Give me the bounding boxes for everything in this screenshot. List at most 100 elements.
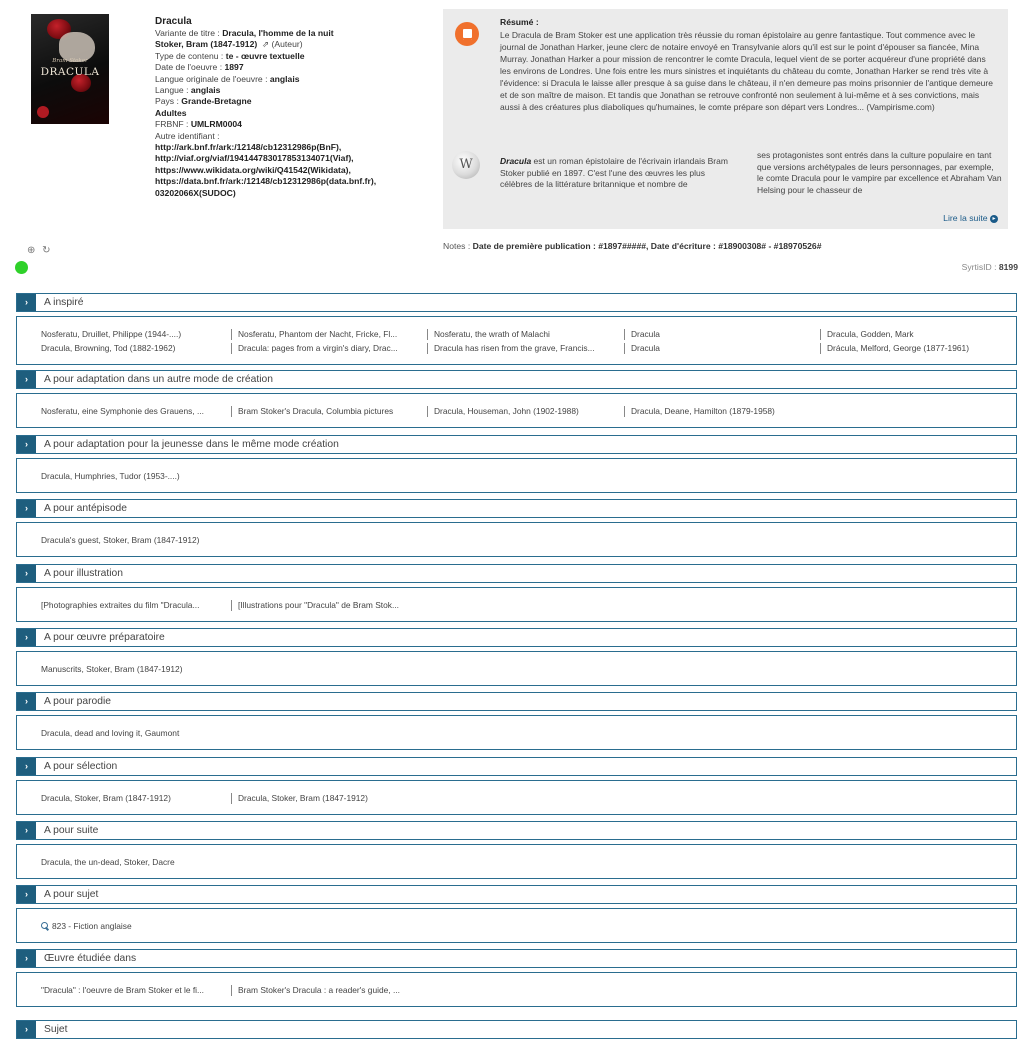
section-header-a-pour-sujet[interactable]: › A pour sujet [16,885,1017,904]
related-work-link[interactable]: Dracula [624,343,810,354]
section-body: Dracula, the un-dead, Stoker, Dacre [16,844,1017,879]
section-header-sujet[interactable]: › Sujet [16,1020,1017,1039]
country-row: Pays : Grande-Bretagne [155,96,252,107]
book-cover[interactable]: Bram Stoker DRACULA [31,14,109,124]
related-work-link[interactable]: [Illustrations pour "Dracula" de Bram St… [231,600,417,611]
section-header-adaptation-autre-mode[interactable]: › A pour adaptation dans un autre mode d… [16,370,1017,389]
section-title: A pour adaptation pour la jeunesse dans … [44,439,339,450]
chevron-right-icon: › [17,758,36,775]
section-body: [Photographies extraites du film "Dracul… [16,587,1017,622]
related-work-link[interactable]: Dracula, Stoker, Bram (1847-1912) [41,793,223,804]
chevron-right-icon: › [17,629,36,646]
related-work-link[interactable]: Nosferatu, Druillet, Philippe (1944-....… [41,329,221,340]
section-body: Nosferatu, Druillet, Philippe (1944-....… [16,316,1017,365]
publisher-logo [37,106,49,118]
section-title: A pour œuvre préparatoire [44,632,165,643]
notes-value: Date de première publication : #1897####… [472,241,822,251]
section-body: Dracula, dead and loving it, Gaumont [16,715,1017,750]
chevron-right-icon: › [17,693,36,710]
related-work-link[interactable]: Drácula, Melford, George (1877-1961) [820,343,1010,354]
related-work-link[interactable]: Dracula, Browning, Tod (1882-1962) [41,343,221,354]
related-work-link[interactable]: Bram Stoker's Dracula, Columbia pictures [231,406,417,417]
chevron-right-icon: › [17,1021,36,1038]
identifier-link[interactable]: http://ark.bnf.fr/ark:/12148/cb12312986p… [155,142,420,153]
read-more-link[interactable]: Lire la suite ▸ [943,213,998,223]
section-title: A pour parodie [44,696,111,707]
related-work-link[interactable]: Nosferatu, eine Symphonie des Grauens, .… [41,406,223,417]
chevron-right-icon: › [17,565,36,582]
orig-lang-value: anglais [269,73,300,84]
related-work-link[interactable]: Manuscrits, Stoker, Bram (1847-1912) [41,664,341,675]
syrtis-id: SyrtisID : 8199 [961,262,1018,272]
chevron-right-icon: › [17,950,36,967]
summary-panel: Résumé : Le Dracula de Bram Stoker est u… [443,9,1008,229]
section-body: "Dracula" : l'oeuvre de Bram Stoker et l… [16,972,1017,1007]
identifier-link[interactable]: https://www.wikidata.org/wiki/Q41542(Wik… [155,165,420,176]
document-icon [455,22,479,46]
related-work-link[interactable]: Nosferatu, the wrath of Malachi [427,329,613,340]
audience-value: Adultes [155,107,187,118]
related-work-link[interactable]: Dracula, dead and loving it, Gaumont [41,728,341,739]
related-work-link[interactable]: Dracula: pages from a virgin's diary, Dr… [231,343,417,354]
identifier-link[interactable]: https://data.bnf.fr/ark:/12148/cb1231298… [155,176,420,187]
related-work-link[interactable]: Bram Stoker's Dracula : a reader's guide… [231,985,417,996]
external-link-icon[interactable]: ⇗ [262,39,269,49]
section-title: A pour suite [44,825,99,836]
chevron-right-icon: › [17,500,36,517]
author-link[interactable]: Stoker, Bram (1847-1912) [155,39,257,49]
section-header-parodie[interactable]: › A pour parodie [16,692,1017,711]
subject-link[interactable]: 823 - Fiction anglaise [41,921,341,932]
related-work-link[interactable]: Dracula, Stoker, Bram (1847-1912) [231,793,417,804]
section-header-a-inspire[interactable]: › A inspiré [16,293,1017,312]
section-title: A pour antépisode [44,503,128,514]
add-circle-icon[interactable]: ⊕ ↻ [27,245,53,256]
section-header-suite[interactable]: › A pour suite [16,821,1017,840]
summary-text: Le Dracula de Bram Stoker est une applic… [500,30,993,112]
related-work-link[interactable]: Dracula, Deane, Hamilton (1879-1958) [624,406,810,417]
section-header-adaptation-jeunesse[interactable]: › A pour adaptation pour la jeunesse dan… [16,435,1017,454]
chevron-right-icon: › [17,436,36,453]
wikipedia-extract-right: ses protagonistes sont entrés dans la cu… [757,150,1002,195]
section-header-oeuvre-preparatoire[interactable]: › A pour œuvre préparatoire [16,628,1017,647]
section-header-illustration[interactable]: › A pour illustration [16,564,1017,583]
cover-author: Bram Stoker [52,58,88,64]
chevron-right-icon: › [17,822,36,839]
wikipedia-extract-left: Dracula est un roman épistolaire de l'éc… [500,156,728,189]
availability-status-dot [15,261,28,274]
section-title: A pour illustration [44,568,123,579]
cover-tools[interactable]: ⊕ ↻ [27,245,53,256]
section-header-oeuvre-etudiee[interactable]: › Œuvre étudiée dans [16,949,1017,968]
frbnf-row: FRBNF : UMLRM0004 [155,119,242,130]
section-title: A pour sujet [44,889,99,900]
section-title: Œuvre étudiée dans [44,953,137,964]
audience-row: Adultes [155,108,420,119]
section-body: 823 - Fiction anglaise [16,908,1017,943]
section-header-antepisode[interactable]: › A pour antépisode [16,499,1017,518]
frbnf-value: UMLRM0004 [190,119,242,130]
related-work-link[interactable]: Nosferatu, Phantom der Nacht, Fricke, Fl… [231,329,417,340]
section-title: A pour sélection [44,761,118,772]
related-work-link[interactable]: Dracula, Humphries, Tudor (1953-....) [41,471,341,482]
author-row: Stoker, Bram (1847-1912) ⇗ (Auteur) [155,39,420,50]
related-work-link[interactable]: "Dracula" : l'oeuvre de Bram Stoker et l… [41,985,223,996]
search-icon [41,922,49,930]
lang-value: anglais [190,85,221,96]
chevron-right-icon: › [17,886,36,903]
related-work-link[interactable]: Dracula, Houseman, John (1902-1988) [427,406,613,417]
related-work-link[interactable]: Dracula, Godden, Mark [820,329,1010,340]
chevron-right-icon: › [17,371,36,388]
related-work-link[interactable]: Dracula has risen from the grave, Franci… [427,343,613,354]
chevron-right-icon: › [17,294,36,311]
section-header-selection[interactable]: › A pour sélection [16,757,1017,776]
variant-row: Variante de titre : Dracula, l'homme de … [155,28,334,38]
identifier-link[interactable]: 03202066X(SUDOC) [155,188,420,199]
related-work-link[interactable]: Dracula [624,329,810,340]
other-id-label: Autre identifiant : [155,130,220,141]
identifier-link[interactable]: http://viaf.org/viaf/1941447830178531340… [155,153,420,164]
related-work-link[interactable]: Dracula, the un-dead, Stoker, Dacre [41,857,341,868]
related-work-link[interactable]: Dracula's guest, Stoker, Bram (1847-1912… [41,535,341,546]
wikipedia-icon: W [452,151,480,179]
variant-value: Dracula, l'homme de la nuit [222,28,334,38]
section-title: A pour adaptation dans un autre mode de … [44,374,273,385]
related-work-link[interactable]: [Photographies extraites du film "Dracul… [41,600,223,611]
